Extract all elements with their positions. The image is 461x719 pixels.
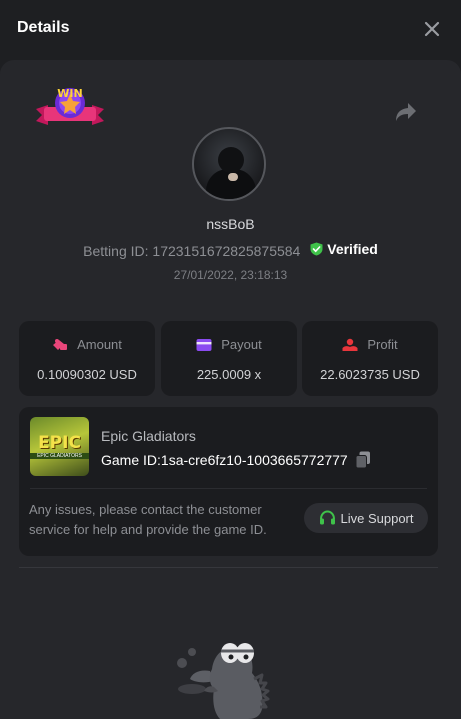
crocodile-mascot-illustration xyxy=(177,643,270,719)
headset-icon xyxy=(319,510,335,525)
game-name[interactable]: Epic Gladiators xyxy=(101,428,196,444)
game-thumb-subtitle: EPIC GLADIATORS xyxy=(30,453,89,459)
stat-amount: Amount 0.10090302 USD xyxy=(19,321,155,396)
close-icon[interactable] xyxy=(423,20,441,38)
avatar xyxy=(192,127,266,201)
game-thumbnail[interactable]: EPIC EPIC GLADIATORS xyxy=(30,417,89,476)
payout-icon xyxy=(196,338,212,351)
bet-timestamp: 27/01/2022, 23:18:13 xyxy=(173,268,288,282)
share-icon[interactable] xyxy=(395,102,417,122)
modal-title: Details xyxy=(17,19,70,36)
stat-profit: Profit 22.6023735 USD xyxy=(302,321,438,396)
section-divider xyxy=(19,567,438,568)
amount-icon xyxy=(53,338,68,350)
username: nssBoB xyxy=(206,216,255,232)
shield-check-icon xyxy=(310,242,323,256)
game-id: Game ID:1sa-cre6fz10-1003665772777 xyxy=(101,452,348,468)
game-thumb-title: EPIC xyxy=(38,433,81,453)
live-support-label: Live Support xyxy=(340,510,414,526)
verified-label: Verified xyxy=(327,241,378,257)
svg-text:WIN: WIN xyxy=(57,87,82,100)
betting-id: Betting ID: 1723151672825875584 xyxy=(83,243,301,259)
stat-label: Amount xyxy=(77,337,122,352)
win-badge: WIN xyxy=(36,87,104,125)
live-support-button[interactable]: Live Support xyxy=(304,503,428,533)
stat-value: 22.6023735 USD xyxy=(320,367,420,382)
stat-label: Profit xyxy=(367,337,398,352)
stat-value: 225.0009 x xyxy=(196,367,262,382)
help-text: Any issues, please contact the customer … xyxy=(29,502,267,537)
stat-value: 0.10090302 USD xyxy=(37,367,137,382)
verified-badge: Verified xyxy=(310,241,378,257)
profit-icon xyxy=(342,338,358,351)
game-card: EPIC EPIC GLADIATORS Epic Gladiators Gam… xyxy=(19,407,438,556)
copy-icon[interactable] xyxy=(355,451,371,469)
modal-header: Details xyxy=(0,0,461,60)
stat-label: Payout xyxy=(221,337,262,352)
card-divider xyxy=(30,488,427,489)
stat-payout: Payout 225.0009 x xyxy=(161,321,297,396)
betting-id-row: Betting ID: 1723151672825875584 Verified xyxy=(0,241,461,259)
game-id-row: Game ID:1sa-cre6fz10-1003665772777 xyxy=(101,451,371,469)
